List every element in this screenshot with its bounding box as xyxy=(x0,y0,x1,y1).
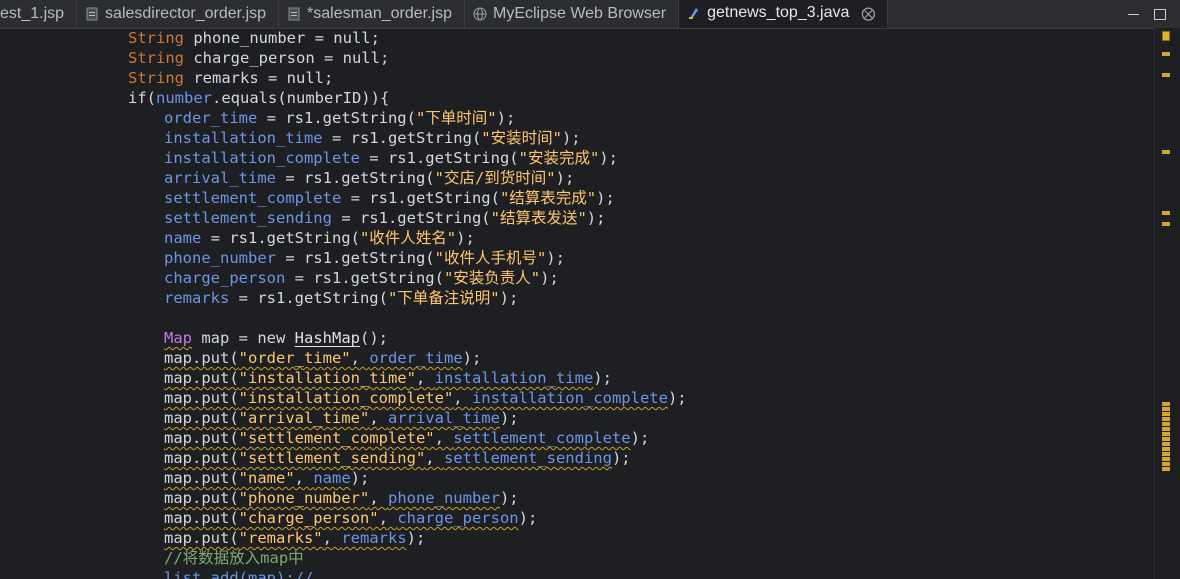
code-line: installation_time = rs1.getString("安装时间"… xyxy=(164,129,581,147)
code-line: map.put("arrival_time", arrival_time); xyxy=(164,409,519,427)
tab-myeclipse-web-browser[interactable]: MyEclipse Web Browser xyxy=(465,0,680,28)
code-line: String remarks = null; xyxy=(128,69,334,87)
warning-marker[interactable] xyxy=(1162,452,1170,456)
minimize-icon[interactable] xyxy=(1128,8,1140,20)
code-editor[interactable]: String phone_number = null; String charg… xyxy=(0,28,1154,579)
overview-ruler[interactable] xyxy=(1154,28,1180,579)
tab-label: salesdirector_order.jsp xyxy=(105,5,267,22)
code-line: charge_person = rs1.getString("安装负责人"); xyxy=(164,269,559,287)
warning-marker[interactable] xyxy=(1162,447,1170,451)
code-line: order_time = rs1.getString("下单时间"); xyxy=(164,109,516,127)
tab-label: getnews_top_3.java xyxy=(707,4,850,21)
window-controls xyxy=(1128,0,1180,28)
warning-marker[interactable] xyxy=(1162,417,1170,421)
close-tab-icon[interactable]: ⨂ xyxy=(861,5,875,22)
warning-marker[interactable] xyxy=(1162,442,1170,446)
code-line: name = rs1.getString("收件人姓名"); xyxy=(164,229,475,247)
code-line: map.put("settlement_sending", settlement… xyxy=(164,449,631,467)
code-line: map.put("name", name); xyxy=(164,469,370,487)
code-line: map.put("settlement_complete", settlemen… xyxy=(164,429,650,447)
warning-marker[interactable] xyxy=(1162,432,1170,436)
warning-marker[interactable] xyxy=(1162,211,1170,215)
globe-icon xyxy=(473,7,487,21)
warning-marker[interactable] xyxy=(1162,222,1170,226)
code-comment: //将数据放入map中 xyxy=(164,549,304,567)
code-line: remarks = rs1.getString("下单备注说明"); xyxy=(164,289,519,307)
tab-label: est_1.jsp xyxy=(0,5,65,22)
warning-marker[interactable] xyxy=(1162,457,1170,461)
tab-salesman-order-jsp[interactable]: *salesman_order.jsp xyxy=(279,0,465,28)
warning-marker[interactable] xyxy=(1162,467,1170,471)
editor-tab-bar: est_1.jsp salesdirector_order.jsp *sales… xyxy=(0,0,1180,29)
code-line: arrival_time = rs1.getString("交店/到货时间"); xyxy=(164,169,575,187)
code-line: map.put("order_time", order_time); xyxy=(164,349,482,367)
code-line: if(number.equals(numberID)){ xyxy=(128,89,390,107)
warning-marker[interactable] xyxy=(1162,407,1170,411)
code-line: map.put("installation_complete", install… xyxy=(164,389,687,407)
warning-marker[interactable] xyxy=(1162,402,1170,406)
jsp-file-icon xyxy=(288,7,300,21)
jsp-file-icon xyxy=(86,7,98,21)
warning-marker[interactable] xyxy=(1162,52,1170,56)
code-line: String phone_number = null; xyxy=(128,29,380,47)
code-line: installation_complete = rs1.getString("安… xyxy=(164,149,618,167)
warning-marker[interactable] xyxy=(1162,31,1170,41)
code-line: phone_number = rs1.getString("收件人手机号"); xyxy=(164,249,565,267)
tab-est-1-jsp[interactable]: est_1.jsp xyxy=(0,0,78,28)
tab-salesdirector-order-jsp[interactable]: salesdirector_order.jsp xyxy=(77,0,280,28)
tab-getnews-top-3-java[interactable]: getnews_top_3.java ⨂ xyxy=(679,0,889,28)
warning-marker[interactable] xyxy=(1162,427,1170,431)
warning-marker[interactable] xyxy=(1162,462,1170,466)
code-line: map.put("installation_time", installatio… xyxy=(164,369,612,387)
code-line: map.put("phone_number", phone_number); xyxy=(164,489,519,507)
code-line: map.put("remarks", remarks); xyxy=(164,529,426,547)
warning-marker[interactable] xyxy=(1162,437,1170,441)
code-line: String charge_person = null; xyxy=(128,49,390,67)
code-line: settlement_complete = rs1.getString("结算表… xyxy=(164,189,615,207)
code-line: map.put("charge_person", charge_person); xyxy=(164,509,538,527)
java-file-icon xyxy=(689,8,699,19)
code-line: settlement_sending = rs1.getString("结算表发… xyxy=(164,209,606,227)
warning-marker[interactable] xyxy=(1162,150,1170,154)
code-line: Map map = new HashMap(); xyxy=(164,329,388,347)
warning-marker[interactable] xyxy=(1162,412,1170,416)
tab-label: MyEclipse Web Browser xyxy=(492,5,667,22)
tab-label: *salesman_order.jsp xyxy=(307,5,452,22)
warning-marker[interactable] xyxy=(1162,422,1170,426)
code-line: list.add(map);// xyxy=(164,569,314,579)
warning-marker[interactable] xyxy=(1162,73,1170,77)
maximize-icon[interactable] xyxy=(1154,8,1166,20)
